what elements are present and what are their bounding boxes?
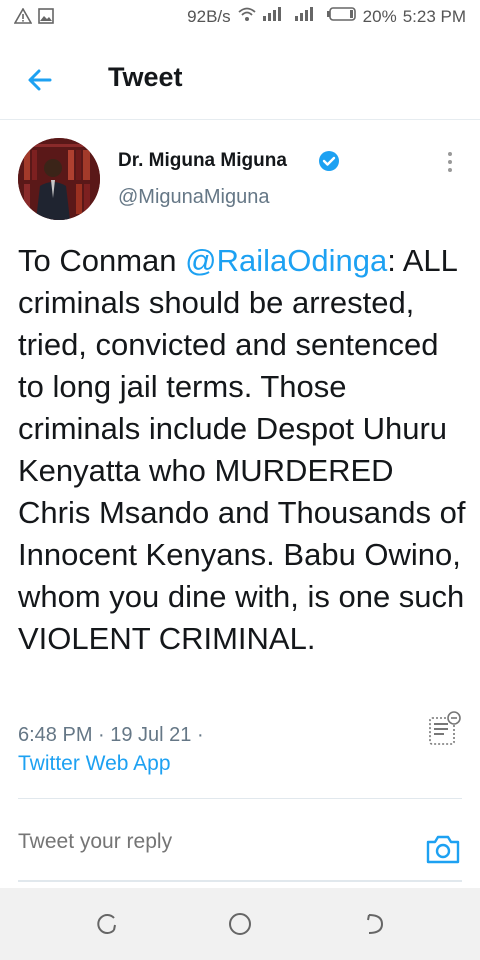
camera-button[interactable] (424, 832, 462, 866)
signal-icon (262, 6, 289, 27)
back-arrow-icon (22, 69, 58, 102)
back-button[interactable] (22, 62, 58, 98)
signal-2-icon (294, 6, 321, 27)
tweet-text-before: To Conman (18, 243, 186, 278)
reply-bar (0, 808, 480, 886)
warning-icon (13, 7, 33, 29)
page-title: Tweet (108, 62, 183, 92)
system-nav-bar (0, 888, 480, 960)
reply-input[interactable] (18, 830, 398, 854)
reply-underline (18, 880, 462, 882)
author-name[interactable]: Dr. Miguna Miguna (118, 150, 287, 172)
image-notification-icon (38, 8, 54, 29)
author-handle[interactable]: @MigunaMiguna (118, 186, 270, 209)
reader-mode-button[interactable] (424, 708, 464, 748)
status-bar: 92B/s 20% 5:23 PM (0, 0, 480, 36)
reader-mode-icon (424, 711, 464, 752)
wifi-icon (237, 6, 257, 27)
divider (18, 798, 462, 799)
nav-recents-button[interactable] (94, 910, 122, 938)
tweet-timestamp: 6:48 PM · 19 Jul 21 · (18, 724, 204, 746)
nav-back-icon (360, 914, 388, 942)
camera-icon (424, 835, 462, 870)
nav-home-icon (226, 913, 254, 942)
tweet-text: To Conman @RailaOdinga: ALL criminals sh… (18, 240, 468, 660)
tweet-source-link[interactable]: Twitter Web App (18, 752, 171, 776)
more-vertical-icon (440, 152, 460, 178)
more-options-button[interactable] (440, 150, 460, 174)
clock: 5:23 PM (402, 6, 466, 26)
battery-icon (326, 6, 357, 27)
top-header: Tweet (0, 36, 480, 120)
tweet-text-after: : ALL criminals should be arrested, trie… (18, 243, 466, 656)
verified-badge-icon (318, 150, 340, 172)
avatar[interactable] (18, 138, 100, 220)
battery-percent: 20% (362, 6, 397, 26)
network-speed: 92B/s (187, 6, 231, 26)
nav-recents-icon (94, 914, 122, 942)
nav-home-button[interactable] (226, 910, 254, 938)
mention-link[interactable]: @RailaOdinga (185, 243, 387, 278)
nav-back-button[interactable] (360, 910, 388, 938)
